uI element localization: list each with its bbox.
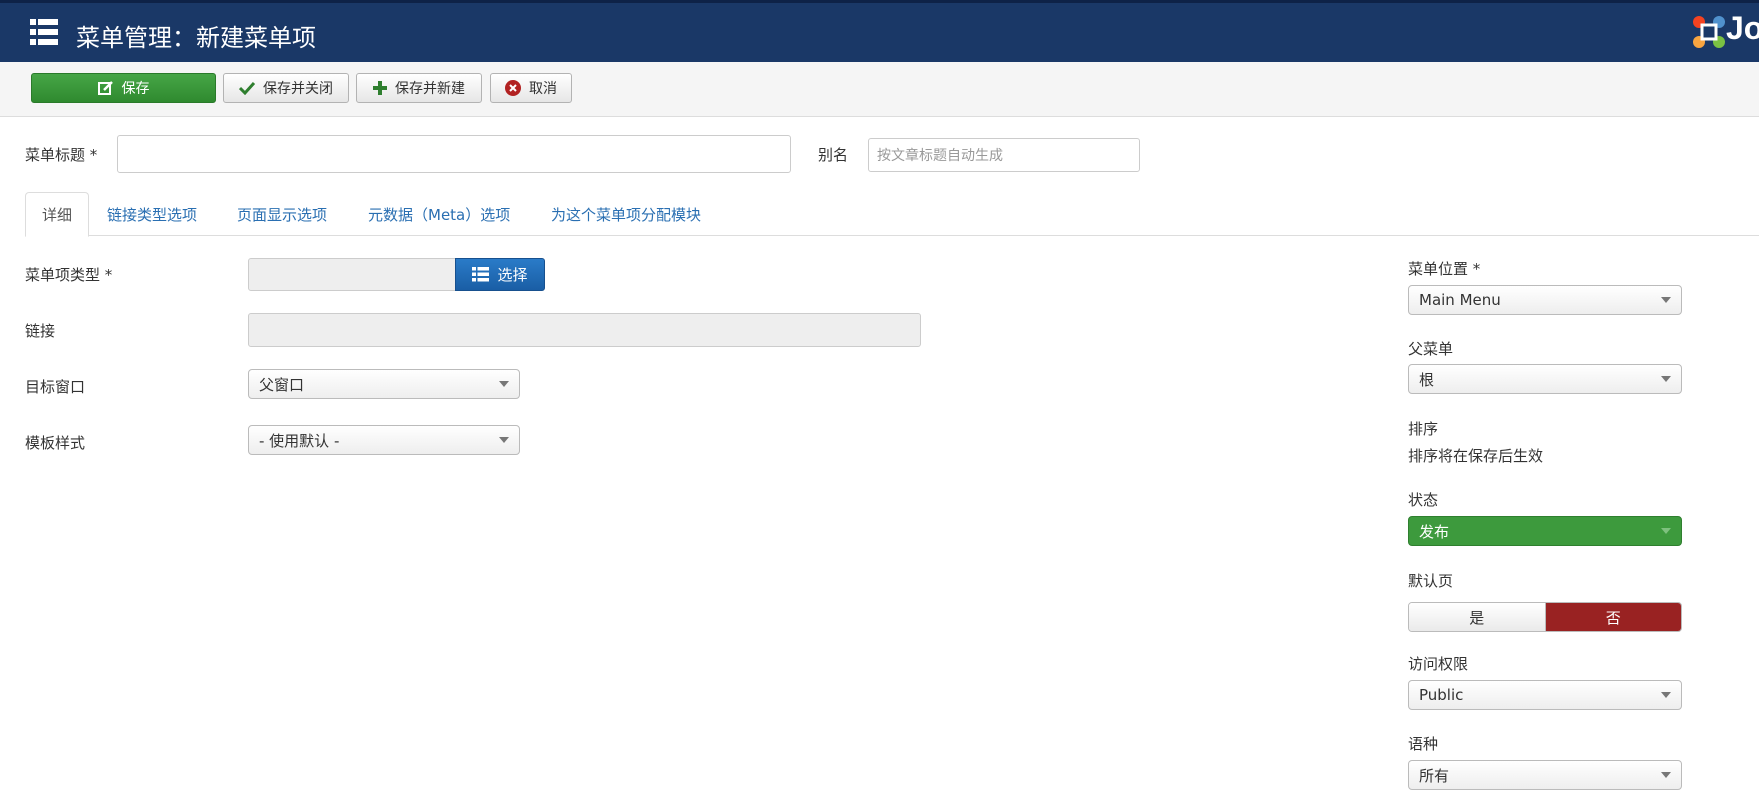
- joomla-logo-icon: [1693, 16, 1725, 48]
- save-new-label: 保存并新建: [395, 81, 465, 97]
- joomla-logo[interactable]: Jo: [1690, 12, 1759, 52]
- status-select[interactable]: 发布: [1408, 516, 1682, 546]
- choose-label: 选择: [497, 266, 528, 284]
- language-label: 语种: [1408, 735, 1439, 753]
- link-input: [248, 313, 921, 347]
- chevron-down-icon: [499, 381, 509, 387]
- template-style-value: - 使用默认 -: [259, 431, 340, 450]
- item-type-label: 菜单项类型 *: [25, 266, 113, 284]
- chevron-down-icon: [1661, 376, 1671, 382]
- save-label: 保存: [121, 81, 150, 97]
- close-circle-icon: [505, 80, 521, 96]
- default-page-label: 默认页: [1408, 572, 1454, 590]
- menu-position-value: Main Menu: [1419, 291, 1501, 309]
- cancel-button[interactable]: 取消: [490, 73, 572, 103]
- save-new-button[interactable]: 保存并新建: [356, 73, 482, 103]
- chevron-down-icon: [1661, 772, 1671, 778]
- tab-metadata-options[interactable]: 元数据（Meta）选项: [368, 192, 510, 236]
- plus-icon: [373, 81, 387, 95]
- target-window-select[interactable]: 父窗口: [248, 369, 520, 399]
- menu-position-label: 菜单位置 *: [1408, 260, 1481, 278]
- alias-label: 别名: [818, 146, 849, 164]
- menu-title-label: 菜单标题 *: [25, 146, 98, 164]
- default-page-toggle: 是 否: [1408, 602, 1682, 632]
- chevron-down-icon: [499, 437, 509, 443]
- chevron-down-icon: [1661, 528, 1671, 534]
- parent-value: 根: [1419, 370, 1435, 389]
- save-close-button[interactable]: 保存并关闭: [223, 73, 349, 103]
- check-icon: [239, 81, 255, 95]
- template-style-label: 模板样式: [25, 434, 86, 452]
- target-window-label: 目标窗口: [25, 378, 86, 396]
- default-yes-option[interactable]: 是: [1409, 603, 1546, 631]
- target-window-value: 父窗口: [259, 375, 305, 394]
- access-label: 访问权限: [1408, 655, 1469, 673]
- chevron-down-icon: [1661, 297, 1671, 303]
- tab-link-type-options[interactable]: 链接类型选项: [107, 192, 197, 236]
- tab-details[interactable]: 详细: [25, 192, 90, 237]
- ordering-note: 排序将在保存后生效: [1408, 447, 1544, 465]
- app-header: 菜单管理：新建菜单项 Jo: [0, 0, 1759, 62]
- menu-position-select[interactable]: Main Menu: [1408, 285, 1682, 315]
- edit-icon: [97, 81, 113, 95]
- save-button[interactable]: 保存: [31, 73, 216, 103]
- item-type-input: [248, 258, 456, 291]
- alias-input[interactable]: 按文章标题自动生成: [868, 138, 1140, 172]
- chevron-down-icon: [1661, 692, 1671, 698]
- parent-label: 父菜单: [1408, 340, 1454, 358]
- save-close-label: 保存并关闭: [263, 81, 333, 97]
- link-label: 链接: [25, 322, 56, 340]
- toolbar: 保存 保存并关闭 保存并新建 取消: [0, 62, 1759, 117]
- menu-title-input[interactable]: [117, 135, 791, 173]
- access-select[interactable]: Public: [1408, 680, 1682, 710]
- default-no-option[interactable]: 否: [1545, 603, 1681, 631]
- page-title: 菜单管理：新建菜单项: [76, 24, 316, 52]
- language-select[interactable]: 所有: [1408, 760, 1682, 790]
- choose-type-button[interactable]: 选择: [455, 258, 545, 291]
- ordering-label: 排序: [1408, 420, 1439, 438]
- tab-bar: 详细 链接类型选项 页面显示选项 元数据（Meta）选项 为这个菜单项分配模块: [25, 192, 1759, 237]
- status-value: 发布: [1419, 522, 1450, 541]
- parent-select[interactable]: 根: [1408, 364, 1682, 394]
- list-menu-icon[interactable]: [30, 18, 58, 46]
- tab-page-display-options[interactable]: 页面显示选项: [237, 192, 327, 236]
- language-value: 所有: [1419, 766, 1450, 785]
- tab-module-assignment[interactable]: 为这个菜单项分配模块: [551, 192, 701, 236]
- list-icon: [472, 267, 490, 282]
- template-style-select[interactable]: - 使用默认 -: [248, 425, 520, 455]
- cancel-label: 取消: [529, 81, 557, 97]
- status-label: 状态: [1408, 491, 1439, 509]
- access-value: Public: [1419, 686, 1464, 704]
- logo-text: Jo: [1726, 12, 1759, 46]
